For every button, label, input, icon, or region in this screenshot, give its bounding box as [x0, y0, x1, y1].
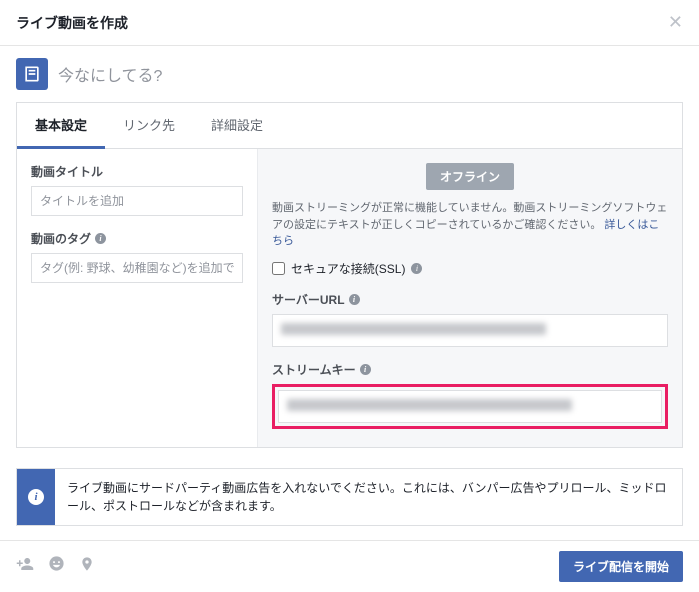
info-icon: i [28, 489, 44, 505]
secure-ssl-label: セキュアな接続(SSL) [291, 260, 405, 277]
stream-key-highlight [272, 384, 668, 429]
stream-key-label: ストリームキー i [272, 361, 668, 378]
right-column: オフライン 動画ストリーミングが正常に機能していません。動画ストリーミングソフト… [257, 149, 682, 447]
video-title-label: 動画タイトル [31, 163, 243, 180]
close-icon[interactable]: ✕ [668, 12, 683, 33]
stream-key-value[interactable] [278, 390, 662, 423]
info-icon[interactable]: i [95, 233, 106, 244]
book-icon [22, 64, 42, 84]
footer-icons [16, 555, 95, 578]
video-tag-label: 動画のタグ i [31, 230, 243, 247]
composer-row: 今なにしてる? [0, 46, 699, 102]
tab-basic[interactable]: 基本設定 [17, 103, 105, 149]
tabs: 基本設定 リンク先 詳細設定 [17, 103, 682, 149]
tab-link[interactable]: リンク先 [105, 103, 193, 148]
notice-icon-wrap: i [17, 469, 55, 525]
location-icon[interactable] [79, 556, 95, 577]
secure-ssl-row: セキュアな接続(SSL) i [272, 260, 668, 277]
left-column: 動画タイトル 動画のタグ i [17, 149, 257, 447]
secure-ssl-checkbox[interactable] [272, 262, 285, 275]
notice-box: i ライブ動画にサードパーティ動画広告を入れないでください。これには、バンパー広… [16, 468, 683, 526]
server-url-value[interactable] [272, 314, 668, 347]
footer: ライブ配信を開始 [0, 540, 699, 592]
tab-advanced[interactable]: 詳細設定 [193, 103, 281, 148]
settings-panel: 基本設定 リンク先 詳細設定 動画タイトル 動画のタグ i オフライン 動画スト… [16, 102, 683, 448]
dialog-header: ライブ動画を作成 ✕ [0, 0, 699, 46]
go-live-button[interactable]: ライブ配信を開始 [559, 551, 683, 582]
video-tag-input[interactable] [31, 253, 243, 283]
video-title-input[interactable] [31, 186, 243, 216]
dialog-title: ライブ動画を作成 [16, 13, 128, 33]
info-icon[interactable]: i [411, 263, 422, 274]
add-person-icon[interactable] [16, 555, 34, 578]
notice-text: ライブ動画にサードパーティ動画広告を入れないでください。これには、バンパー広告や… [55, 469, 682, 525]
avatar [16, 58, 48, 90]
stream-warning: 動画ストリーミングが正常に機能していません。動画ストリーミングソフトウェアの設定… [272, 200, 668, 250]
emoji-icon[interactable] [48, 555, 65, 577]
info-icon[interactable]: i [360, 364, 371, 375]
server-url-label: サーバーURL i [272, 291, 668, 308]
status-placeholder[interactable]: 今なにしてる? [58, 62, 162, 86]
info-icon[interactable]: i [349, 294, 360, 305]
offline-badge: オフライン [426, 163, 514, 190]
